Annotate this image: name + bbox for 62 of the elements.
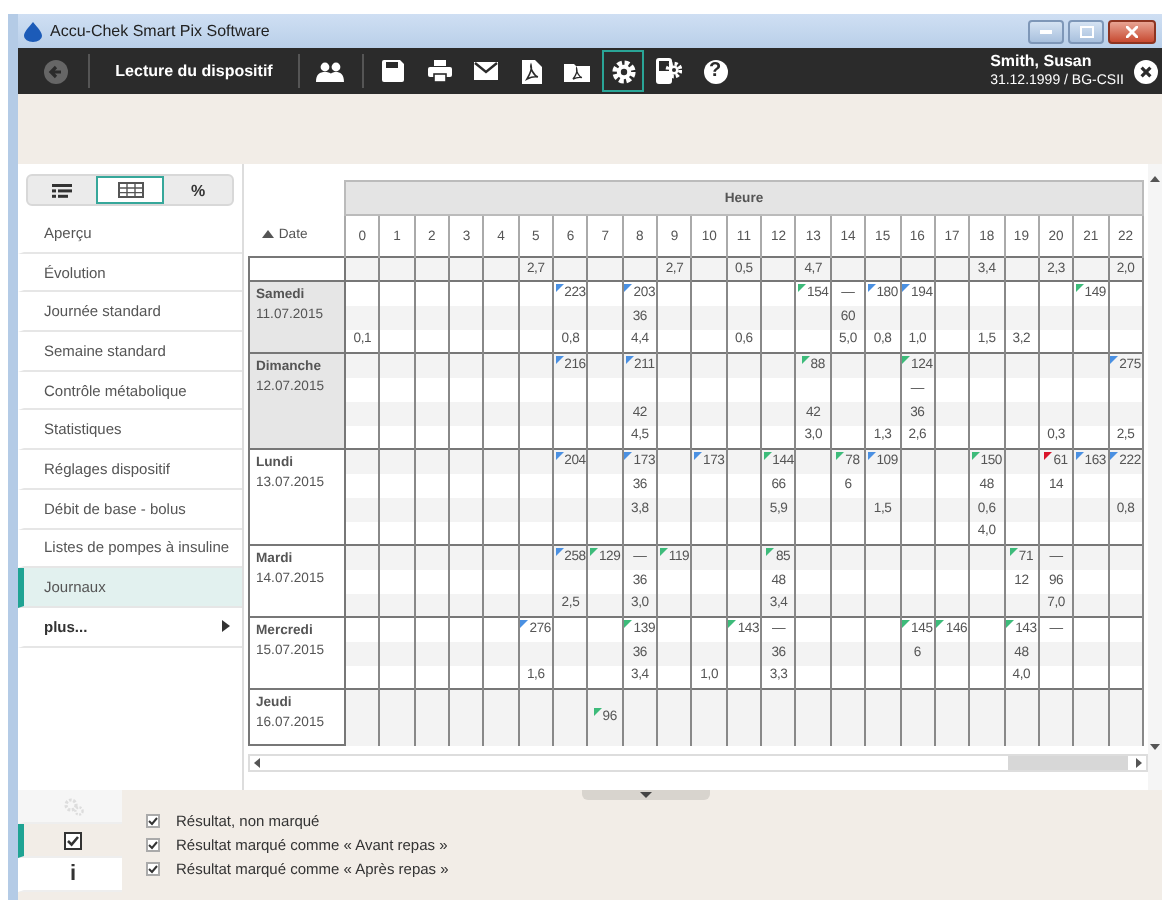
flag-marker bbox=[693, 451, 702, 460]
legend-checkbox[interactable] bbox=[146, 861, 160, 875]
legend-checkbox[interactable] bbox=[146, 813, 160, 827]
scroll-left-icon bbox=[254, 758, 260, 768]
panel-splitter-handle[interactable] bbox=[582, 790, 710, 800]
flag-marker bbox=[555, 355, 564, 364]
gears-icon bbox=[63, 797, 83, 815]
mail-icon bbox=[473, 62, 497, 80]
minimize-icon bbox=[1040, 29, 1052, 33]
flag-marker bbox=[1075, 451, 1084, 460]
close-icon bbox=[1126, 25, 1138, 37]
minimize-button[interactable] bbox=[1028, 19, 1064, 43]
flag-marker bbox=[763, 451, 772, 460]
scroll-down-icon bbox=[1150, 744, 1160, 750]
users-icon bbox=[315, 61, 343, 81]
flag-marker bbox=[589, 547, 598, 556]
flag-marker bbox=[902, 355, 911, 364]
scroll-right-icon bbox=[1136, 758, 1142, 768]
flag-marker bbox=[971, 451, 980, 460]
table-view-toggle[interactable] bbox=[96, 176, 164, 204]
flag-marker bbox=[625, 355, 634, 364]
device-gear-icon bbox=[656, 58, 682, 84]
flag-marker bbox=[836, 451, 845, 460]
flag-marker bbox=[555, 547, 564, 556]
printer-icon bbox=[427, 60, 451, 82]
scroll-up-icon bbox=[1150, 176, 1160, 182]
settings-icon bbox=[611, 59, 635, 83]
flag-marker bbox=[555, 451, 564, 460]
flag-marker bbox=[1110, 451, 1119, 460]
window-title: Accu-Chek Smart Pix Software bbox=[50, 22, 270, 40]
maximize-icon bbox=[1079, 25, 1093, 37]
sort-ascending-icon bbox=[261, 230, 273, 239]
maximize-button[interactable] bbox=[1068, 19, 1104, 43]
info-tab[interactable]: i bbox=[18, 858, 122, 892]
list-view-icon bbox=[52, 183, 72, 197]
close-button[interactable] bbox=[1108, 19, 1156, 43]
flag-marker bbox=[1110, 355, 1119, 364]
settings-button[interactable] bbox=[602, 50, 644, 92]
flag-marker bbox=[659, 547, 668, 556]
horizontal-scrollbar[interactable] bbox=[248, 754, 1148, 772]
flag-marker bbox=[593, 707, 602, 716]
flag-marker bbox=[624, 451, 633, 460]
patient-name: Smith, Susan bbox=[990, 51, 1094, 71]
flag-marker bbox=[867, 451, 876, 460]
submenu-arrow-icon bbox=[222, 620, 230, 633]
vertical-scrollbar[interactable] bbox=[1148, 164, 1162, 790]
screen-title: Lecture du dispositif bbox=[113, 62, 275, 80]
flag-marker bbox=[766, 547, 775, 556]
pdf-folder-icon bbox=[564, 61, 590, 81]
legend-tab[interactable] bbox=[18, 824, 122, 858]
flag-marker bbox=[1009, 547, 1018, 556]
flag-marker bbox=[801, 355, 810, 364]
flag-marker bbox=[1044, 451, 1053, 460]
close-patient-button[interactable] bbox=[1132, 59, 1160, 83]
pdf-document-icon bbox=[521, 59, 541, 83]
save-icon bbox=[382, 60, 404, 82]
table-view-icon bbox=[117, 182, 143, 198]
legend-checkbox[interactable] bbox=[146, 837, 160, 851]
back-arrow-icon bbox=[43, 59, 67, 83]
app-logo-icon bbox=[24, 21, 42, 41]
help-button[interactable]: ? bbox=[694, 50, 736, 92]
checkbox-icon bbox=[64, 831, 82, 849]
